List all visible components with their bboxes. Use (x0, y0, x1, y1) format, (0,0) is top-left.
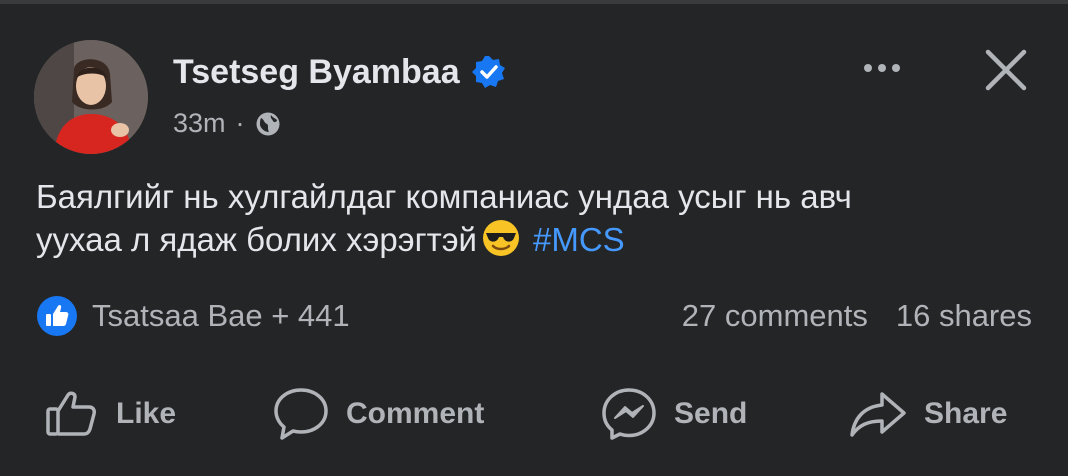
author-name[interactable]: Tsetseg Byambaa (173, 50, 506, 94)
hashtag-link[interactable]: #MCS (533, 221, 625, 258)
share-button[interactable]: Share (848, 384, 1007, 444)
globe-icon[interactable] (255, 110, 281, 136)
post-meta: 33m · (173, 105, 281, 141)
close-button[interactable] (980, 44, 1032, 96)
comments-count[interactable]: 27 comments (682, 298, 868, 334)
like-label: Like (116, 397, 177, 430)
comment-button[interactable]: Comment (272, 384, 484, 444)
send-label: Send (674, 397, 748, 430)
comment-icon (274, 388, 328, 440)
comment-label: Comment (346, 397, 485, 430)
share-arrow-icon (850, 392, 906, 437)
like-button[interactable]: Like (44, 384, 176, 444)
top-divider (0, 0, 1068, 4)
more-dot-1 (864, 64, 872, 72)
more-options-button[interactable] (852, 48, 912, 88)
reactions-text[interactable]: Tsatsaa Bae + 441 (92, 298, 350, 334)
close-icon (985, 49, 1027, 91)
reactions-summary[interactable]: Tsatsaa Bae + 441 (36, 294, 350, 338)
more-dot-3 (892, 64, 900, 72)
share-label: Share (924, 397, 1008, 430)
verified-badge-icon (471, 55, 506, 89)
thumbs-up-icon (46, 391, 96, 436)
avatar[interactable] (34, 40, 148, 154)
like-reaction-icon (36, 295, 78, 337)
post-time[interactable]: 33m (173, 105, 226, 141)
action-bar: Like Comment Send Share (0, 384, 1068, 444)
meta-separator: · (235, 108, 245, 138)
send-button[interactable]: Send (600, 384, 747, 444)
sunglasses-emoji-icon (481, 218, 521, 258)
messenger-icon (602, 388, 656, 440)
post-stats: 27 comments 16 shares (682, 294, 1032, 338)
post-text: Баялгийг нь хулгайлдаг компаниас ундаа у… (36, 176, 1036, 261)
post-text-line2: уухаа л ядаж болих хэрэгтэй (36, 221, 477, 258)
author-name-text[interactable]: Tsetseg Byambaa (173, 50, 460, 94)
shares-count[interactable]: 16 shares (896, 298, 1032, 334)
more-dot-2 (878, 64, 886, 72)
post-text-line1: Баялгийг нь хулгайлдаг компаниас ундаа у… (36, 178, 852, 215)
